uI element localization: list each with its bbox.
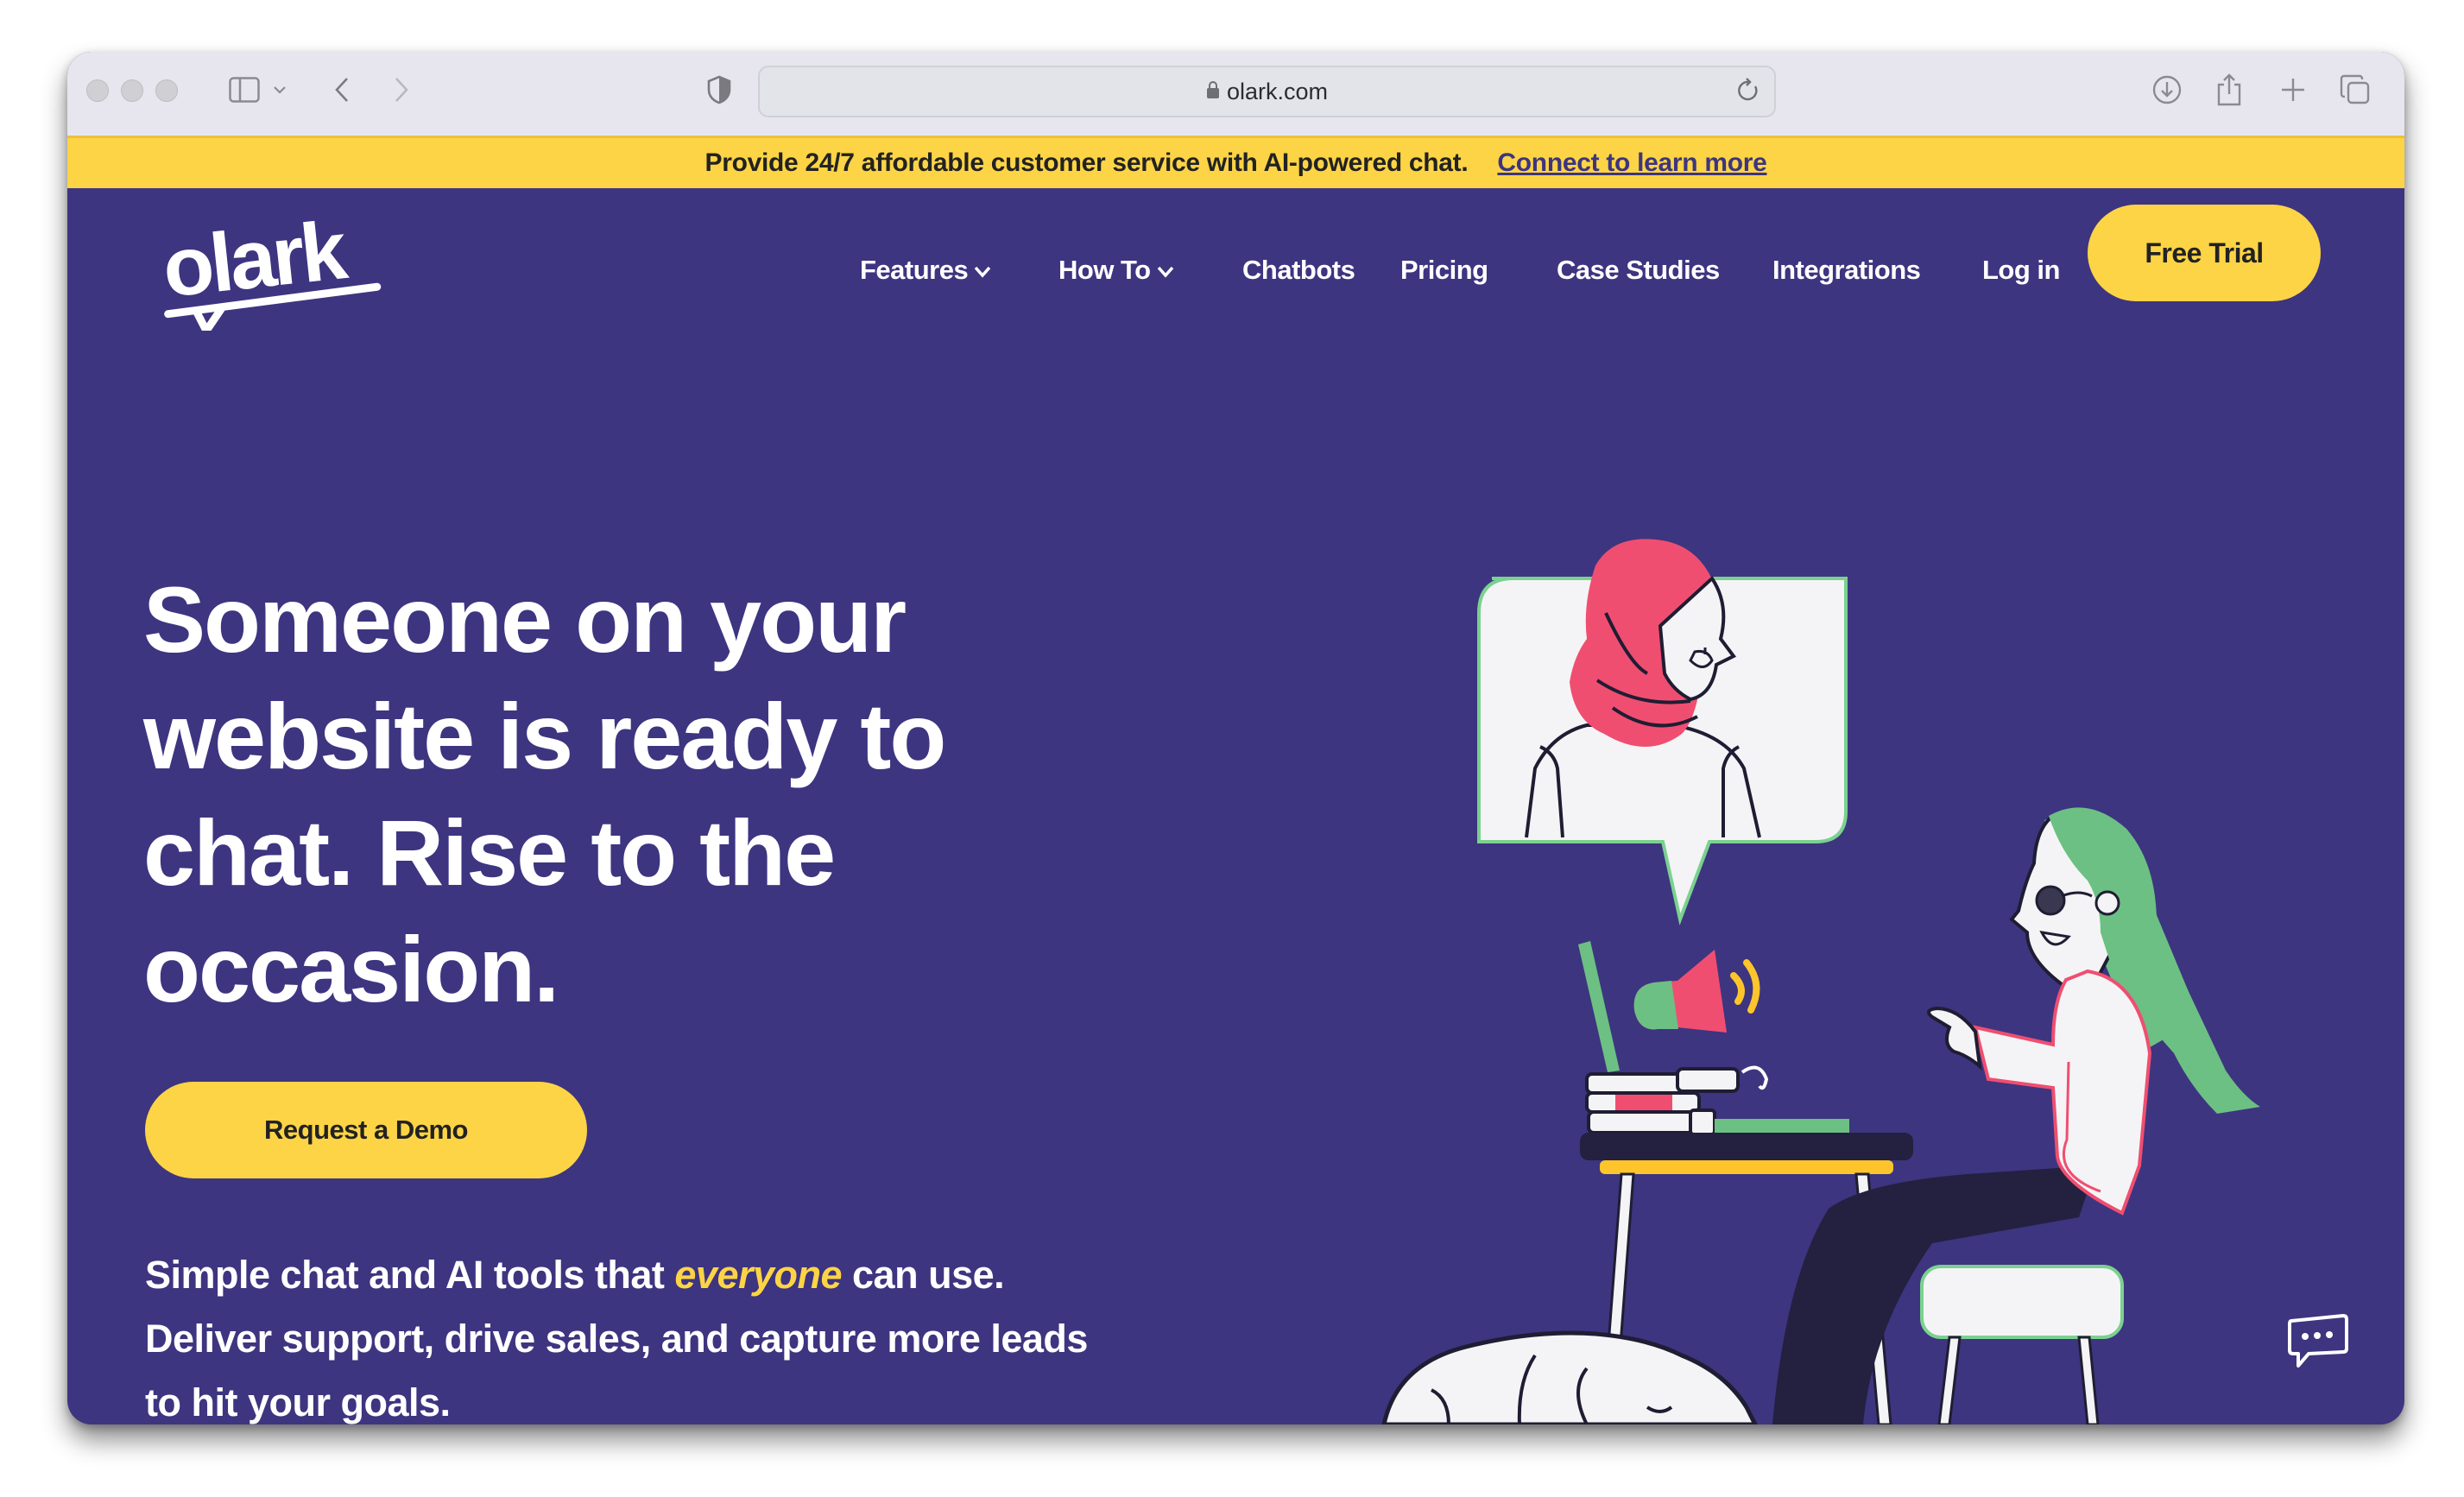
- new-tab-icon[interactable]: [2276, 71, 2310, 109]
- banner-link[interactable]: Connect to learn more: [1497, 148, 1766, 178]
- close-window-button[interactable]: [86, 79, 109, 102]
- reload-icon[interactable]: [1736, 78, 1760, 108]
- nav-pricing[interactable]: Pricing: [1400, 255, 1488, 286]
- headline-line: Someone on your: [143, 567, 907, 672]
- headline-line: website is ready to: [143, 684, 946, 788]
- table-illustration: [1580, 1133, 1913, 1424]
- headline-line: chat. Rise to the: [143, 800, 836, 905]
- address-bar[interactable]: olark.com: [758, 66, 1776, 117]
- nav-features[interactable]: Features: [860, 255, 992, 286]
- chat-bubble-icon: [2288, 1314, 2348, 1368]
- olark-logo[interactable]: olark: [158, 204, 382, 335]
- hero-headline: Someone on your website is ready to chat…: [143, 561, 1179, 1027]
- request-demo-button[interactable]: Request a Demo: [145, 1082, 587, 1178]
- zoom-window-button[interactable]: [155, 79, 178, 102]
- browser-toolbar: olark.com: [67, 52, 2404, 137]
- url-text: olark.com: [1226, 78, 1329, 104]
- headline-line: occasion.: [143, 917, 559, 1021]
- laptop-megaphone-illustration: [1578, 941, 1760, 1072]
- chevron-down-icon[interactable]: [269, 71, 290, 109]
- site-nav: olark Features How To Chatbots Pricing C…: [67, 186, 2404, 350]
- banner-text: Provide 24/7 affordable customer service…: [704, 148, 1469, 177]
- nav-chatbots[interactable]: Chatbots: [1242, 255, 1355, 286]
- nav-log-in[interactable]: Log in: [1982, 255, 2060, 286]
- share-icon[interactable]: [2212, 71, 2246, 109]
- dog-illustration: [1381, 1330, 1758, 1424]
- nav-features-label: Features: [860, 255, 969, 285]
- forward-icon[interactable]: [389, 71, 414, 109]
- nav-how-to[interactable]: How To: [1058, 255, 1175, 286]
- shield-icon[interactable]: [704, 71, 734, 109]
- sidebar-icon[interactable]: [227, 71, 262, 109]
- hero-subtext: Simple chat and AI tools that everyone c…: [145, 1243, 1112, 1424]
- hijab-person-illustration: [1525, 539, 1761, 838]
- minimize-window-button[interactable]: [121, 79, 143, 102]
- books-illustration: [1585, 1065, 1849, 1136]
- download-icon[interactable]: [2150, 71, 2184, 109]
- nav-integrations[interactable]: Integrations: [1772, 255, 1921, 286]
- free-trial-button[interactable]: Free Trial: [2088, 205, 2321, 301]
- video-call-bubble: [1477, 577, 1848, 925]
- subtext-part: Simple chat and AI tools that: [145, 1253, 675, 1297]
- nav-how-to-label: How To: [1058, 255, 1151, 285]
- chevron-down-icon: [1156, 255, 1175, 286]
- browser-window: olark.com Provide 24/7 affordable custom…: [67, 52, 2404, 1424]
- green-hair-woman-illustration: [1772, 807, 2260, 1424]
- tabs-icon[interactable]: [2338, 71, 2372, 109]
- back-icon[interactable]: [329, 71, 355, 109]
- chat-widget-button[interactable]: [2284, 1311, 2352, 1371]
- lock-icon: [1206, 80, 1220, 104]
- nav-case-studies[interactable]: Case Studies: [1557, 255, 1720, 286]
- chevron-down-icon: [973, 255, 992, 286]
- announcement-banner: Provide 24/7 affordable customer service…: [67, 136, 2404, 188]
- subtext-emphasis: everyone: [674, 1253, 843, 1297]
